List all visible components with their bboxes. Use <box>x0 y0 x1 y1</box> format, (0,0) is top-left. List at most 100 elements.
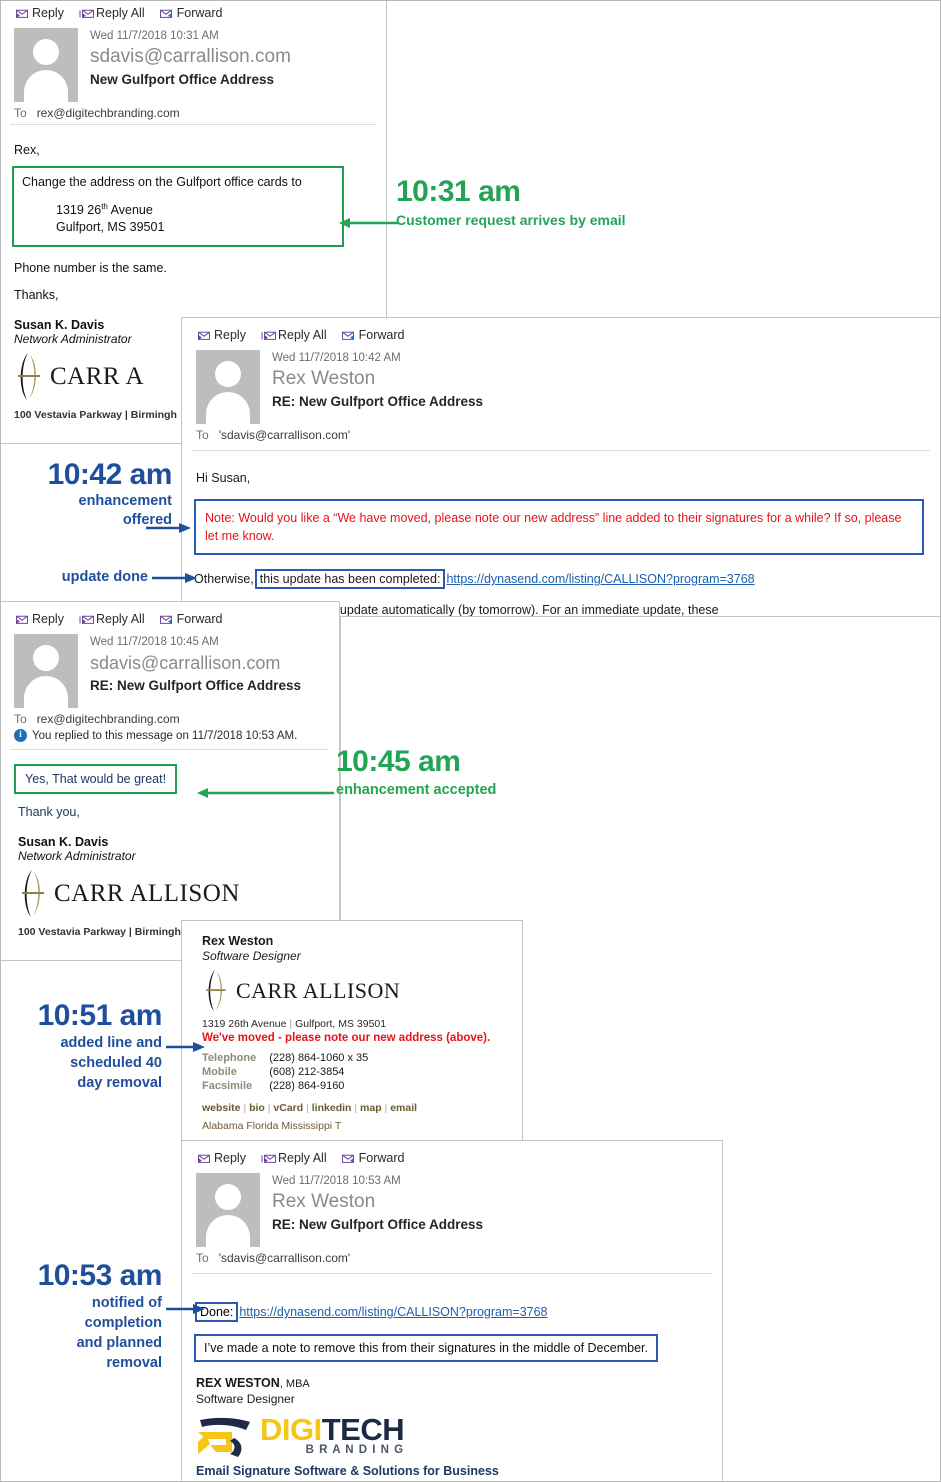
annotation-text-line-3: and planned <box>76 1335 162 1351</box>
message-sender: Rex Weston <box>272 1191 376 1212</box>
reply-icon <box>196 329 211 341</box>
reply-all-label: Reply All <box>95 612 145 626</box>
forward-label: Forward <box>358 1151 405 1165</box>
dynasend-link[interactable]: https://dynasend.com/listing/CALLISON?pr… <box>239 1305 547 1319</box>
arrow-1051 <box>166 1042 205 1052</box>
reply-all-label: Reply All <box>277 328 327 342</box>
to-value: rex@digitechbranding.com <box>36 106 180 120</box>
arrow-1053 <box>166 1304 205 1314</box>
forward-label: Forward <box>176 612 223 626</box>
message-subject: RE: New Gulfport Office Address <box>90 678 302 693</box>
reply-button[interactable]: Reply <box>196 328 246 342</box>
message-sender: sdavis@carrallison.com <box>90 653 281 673</box>
closing: Thanks, <box>14 288 59 303</box>
request-line: Change the address on the Gulfport offic… <box>22 175 302 189</box>
card-links: website | bio | vCard | linkedin | map |… <box>202 1102 418 1114</box>
reply-all-button[interactable]: Reply All <box>260 328 327 342</box>
phone-value: (228) 864-9160 <box>269 1080 345 1092</box>
reply-status-row: i You replied to this message on 11/7/20… <box>0 728 339 745</box>
message-date: Wed 11/7/2018 10:31 AM <box>90 30 219 42</box>
address-line-1: 1319 26th Avenue <box>56 202 153 218</box>
annotation-text-line-4: removal <box>106 1355 162 1371</box>
reply-all-button[interactable]: Reply All <box>78 612 145 626</box>
digitech-wordmark: DIGITECH <box>260 1412 405 1447</box>
info-icon: i <box>14 729 27 742</box>
highlight-box-removal-note: I’ve made a note to remove this from the… <box>194 1334 658 1362</box>
carr-allison-wordmark: CARR A <box>50 363 145 391</box>
signature-name: REX WESTON, MBA <box>196 1376 310 1390</box>
forward-button[interactable]: Forward <box>159 6 222 20</box>
email-panel-1053: Reply Reply All Forward Wed 11/7/2018 10… <box>181 1140 723 1482</box>
card-title: Software Designer <box>202 949 301 963</box>
signature-title: Software Designer <box>196 1392 295 1406</box>
carr-allison-logo: CARR ALLISON <box>18 869 339 919</box>
rex-signature: REX WESTON, MBA Software Designer <box>196 1376 722 1406</box>
card-link-website[interactable]: website <box>202 1102 241 1114</box>
to-value: rex@digitechbranding.com <box>36 712 180 726</box>
reply-all-button[interactable]: Reply All <box>260 1151 327 1165</box>
message-header: Wed 11/7/2018 10:45 AM sdavis@carralliso… <box>0 632 339 708</box>
card-link-linkedin[interactable]: linkedin <box>312 1102 352 1114</box>
highlight-box-acceptance: Yes, That would be great! <box>14 764 178 794</box>
recipient-row: To 'sdavis@carrallison.com' <box>182 424 940 444</box>
reply-button[interactable]: Reply <box>14 6 64 20</box>
update-done-row: Otherwise, this update has been complete… <box>194 569 940 589</box>
signature-name: Susan K. Davis <box>18 835 109 849</box>
message-header: Wed 11/7/2018 10:53 AM Rex Weston RE: Ne… <box>182 1171 722 1247</box>
address-line-2: Gulfport, MS 39501 <box>56 220 165 235</box>
card-phone-table: Telephone (228) 864-1060 x 35 Mobile (608)… <box>202 1051 368 1093</box>
reply-button[interactable]: Reply <box>14 612 64 626</box>
message-date: Wed 11/7/2018 10:45 AM <box>90 636 219 648</box>
command-bar: Reply Reply All Forward <box>0 602 339 632</box>
phone-row: Facsimile (228) 864-9160 <box>202 1079 368 1093</box>
to-value: 'sdavis@carrallison.com' <box>218 428 351 442</box>
command-bar: Reply Reply All Forward <box>0 0 386 26</box>
forward-button[interactable]: Forward <box>341 1151 405 1165</box>
to-label: To <box>196 1251 209 1265</box>
reply-all-label: Reply All <box>277 1151 327 1165</box>
card-states-clipped: Alabama Florida Mississippi T <box>202 1120 342 1132</box>
message-date: Wed 11/7/2018 10:53 AM <box>272 1175 401 1187</box>
recipient-row: To 'sdavis@carrallison.com' <box>182 1247 722 1267</box>
card-link-map[interactable]: map <box>360 1102 382 1114</box>
reply-status-text: You replied to this message on 11/7/2018… <box>32 729 298 742</box>
phone-label: Facsimile <box>202 1080 253 1092</box>
done-row: Done: https://dynasend.com/listing/CALLI… <box>194 1302 722 1322</box>
card-link-bio[interactable]: bio <box>249 1102 265 1114</box>
annotation-text: Customer request arrives by email <box>396 212 626 228</box>
arrow-update-done <box>152 573 197 583</box>
arrow-1042 <box>146 523 191 533</box>
forward-button[interactable]: Forward <box>159 612 223 626</box>
command-bar: Reply Reply All Forward <box>182 1141 722 1171</box>
carr-allison-mark <box>206 969 226 1012</box>
annotation-time: 10:51 am <box>37 999 163 1032</box>
reply-icon <box>14 7 29 19</box>
otherwise-prefix: Otherwise, <box>194 572 254 586</box>
greeting: Hi Susan, <box>196 471 251 485</box>
reply-all-button[interactable]: Reply All <box>78 6 145 20</box>
annotation-text: update done <box>61 569 148 585</box>
reply-label: Reply <box>214 1151 246 1165</box>
digitech-mark <box>198 1417 250 1457</box>
reply-all-icon <box>78 7 94 19</box>
carr-allison-wordmark: CARR ALLISON <box>236 978 401 1003</box>
email-panel-1042: Reply Reply All Forward Wed 11/7/2018 10… <box>181 317 941 617</box>
to-value: 'sdavis@carrallison.com' <box>218 1251 351 1265</box>
dynasend-link[interactable]: https://dynasend.com/listing/CALLISON?pr… <box>446 572 754 586</box>
reply-all-label: Reply All <box>95 6 145 20</box>
phone-row: Mobile (608) 212-3854 <box>202 1065 368 1079</box>
card-name: Rex Weston <box>202 934 274 948</box>
message-sender: sdavis@carrallison.com <box>90 46 291 67</box>
carr-allison-logo: CARR ALLISON <box>202 969 522 1013</box>
arrow-1045 <box>197 788 334 798</box>
forward-button[interactable]: Forward <box>341 328 404 342</box>
new-address: 1319 26th Avenue Gulfport, MS 39501 <box>56 198 334 236</box>
carr-allison-mark <box>22 870 44 917</box>
card-link-email[interactable]: email <box>390 1102 417 1114</box>
reply-icon <box>196 1152 211 1164</box>
avatar <box>14 28 78 102</box>
annotation-1051: 10:51 am added line and scheduled 40 day… <box>2 999 163 1093</box>
annotation-update-done: update done <box>2 568 148 587</box>
card-link-vcard[interactable]: vCard <box>273 1102 303 1114</box>
reply-button[interactable]: Reply <box>196 1151 246 1165</box>
